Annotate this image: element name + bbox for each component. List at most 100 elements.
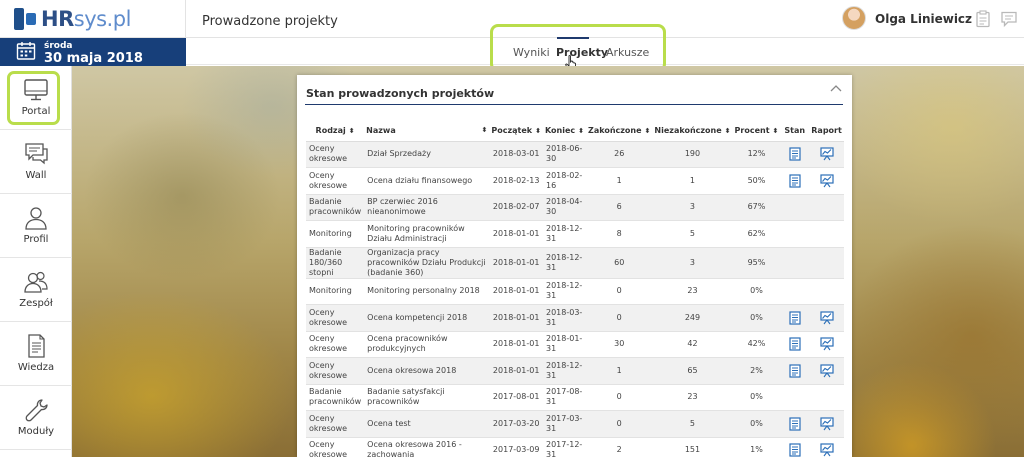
tab-projekty[interactable]: Projekty: [556, 46, 608, 59]
cell-undone: 1: [652, 167, 733, 195]
cell-undone: 5: [652, 220, 733, 248]
cell-stan: [780, 410, 810, 438]
cell-start: 2018-01-01: [489, 220, 543, 248]
message-icon[interactable]: [1000, 10, 1018, 28]
sidebar-item-label: Zespół: [19, 298, 53, 309]
avatar[interactable]: [842, 6, 866, 30]
cell-name[interactable]: BP czerwiec 2016 nieanonimowe: [364, 194, 490, 221]
sort-icon[interactable]: ⬍: [349, 127, 355, 135]
cell-stan: [780, 357, 810, 385]
cell-end: 2018-01-31: [542, 331, 587, 358]
header-rodzaj[interactable]: Rodzaj ⬍: [306, 121, 365, 142]
cell-name[interactable]: Organizacja pracy pracowników Działu Pro…: [364, 247, 490, 279]
cell-percent: 0%: [732, 410, 781, 438]
cell-undone: 249: [652, 304, 733, 332]
sidebar-item-portal[interactable]: Portal: [0, 66, 72, 130]
cell-raport: [809, 247, 844, 279]
sort-icon[interactable]: ⬍: [773, 127, 779, 135]
table-row[interactable]: Oceny okresowe Ocena pracowników produkcy…: [306, 331, 844, 358]
cell-done: 1: [586, 167, 653, 195]
sidebar-item-wiedza[interactable]: Wiedza: [0, 322, 72, 386]
sort-icon[interactable]: ⬍: [645, 127, 651, 135]
projects-card: Stan prowadzonych projektów Rodzaj ⬍ Nazw…: [297, 75, 852, 457]
sidebar-item-wall[interactable]: Wall: [0, 130, 72, 194]
cell-name[interactable]: Monitoring personalny 2018: [364, 278, 490, 305]
report-chart-icon[interactable]: [819, 364, 834, 378]
cell-name[interactable]: Ocena okresowa 2018: [364, 357, 490, 385]
cell-start: 2017-08-01: [489, 384, 543, 411]
table-row[interactable]: Badanie 180/360 stopni Organizacja pracy …: [306, 247, 844, 279]
cell-percent: 2%: [732, 357, 781, 385]
cell-stan: [780, 384, 810, 411]
user-icon: [25, 207, 47, 230]
wrench-icon: [25, 399, 48, 422]
tab-arkusze[interactable]: Arkusze: [606, 46, 649, 59]
team-icon: [24, 271, 48, 293]
table-row[interactable]: Oceny okresowe Ocena okresowa 2016 - zach…: [306, 437, 844, 457]
report-chart-icon[interactable]: [819, 174, 834, 188]
cell-percent: 62%: [732, 220, 781, 248]
sort-icon[interactable]: ⬍: [482, 126, 488, 134]
cell-raport: [809, 141, 844, 168]
sort-icon[interactable]: ⬍: [535, 127, 541, 135]
sort-icon[interactable]: ⬍: [578, 127, 584, 135]
table-row[interactable]: Badanie pracowników BP czerwiec 2016 niea…: [306, 194, 844, 221]
header-zakonczone[interactable]: Zakończone ⬍: [586, 121, 653, 142]
table-row[interactable]: Oceny okresowe Ocena okresowa 2018 2018-01…: [306, 357, 844, 385]
header-nazwa[interactable]: Nazwa ⬍: [364, 121, 490, 142]
cell-start: 2018-03-01: [489, 141, 543, 168]
status-document-icon[interactable]: [788, 364, 802, 378]
sidebar-item-profil[interactable]: Profil: [0, 194, 72, 258]
cell-type: Oceny okresowe: [306, 331, 365, 358]
cell-name[interactable]: Ocena test: [364, 410, 490, 438]
cell-name[interactable]: Ocena działu finansowego: [364, 167, 490, 195]
cell-start: 2017-03-09: [489, 437, 543, 457]
cell-name[interactable]: Ocena okresowa 2016 - zachowania: [364, 437, 490, 457]
header-procent[interactable]: Procent ⬍: [732, 121, 781, 142]
sidebar-item-zespol[interactable]: Zespół: [0, 258, 72, 322]
status-document-icon[interactable]: [788, 417, 802, 431]
tab-wyniki[interactable]: Wyniki: [513, 46, 550, 59]
sidebar-item-label: Wiedza: [17, 362, 55, 373]
logo[interactable]: HRsys.pl: [14, 7, 131, 31]
status-document-icon[interactable]: [788, 174, 802, 188]
clipboard-icon[interactable]: [974, 10, 992, 28]
report-chart-icon[interactable]: [819, 417, 834, 431]
user-name[interactable]: Olga Liniewicz: [875, 12, 972, 26]
cell-percent: 42%: [732, 331, 781, 358]
report-chart-icon[interactable]: [819, 147, 834, 161]
header-koniec[interactable]: Koniec ⬍: [542, 121, 587, 142]
cell-percent: 0%: [732, 304, 781, 332]
cell-stan: [780, 278, 810, 305]
table-row[interactable]: Badanie pracowników Badanie satysfakcji p…: [306, 384, 844, 411]
cell-undone: 3: [652, 247, 733, 279]
report-chart-icon[interactable]: [819, 337, 834, 351]
table-row[interactable]: Monitoring Monitoring pracowników Działu …: [306, 220, 844, 248]
cell-name[interactable]: Dział Sprzedaży: [364, 141, 490, 168]
cell-name[interactable]: Monitoring pracowników Działu Administra…: [364, 220, 490, 248]
sort-icon[interactable]: ⬍: [725, 127, 731, 135]
cell-name[interactable]: Ocena kompetencji 2018: [364, 304, 490, 332]
table-row[interactable]: Oceny okresowe Ocena test 2017-03-20 2017-0…: [306, 410, 844, 438]
status-document-icon[interactable]: [788, 311, 802, 325]
cell-name[interactable]: Badanie satysfakcji pracowników: [364, 384, 490, 411]
table-row[interactable]: Oceny okresowe Ocena działu finansowego 20…: [306, 167, 844, 195]
report-chart-icon[interactable]: [819, 443, 834, 457]
table-row[interactable]: Monitoring Monitoring personalny 2018 2018…: [306, 278, 844, 305]
cell-done: 6: [586, 194, 653, 221]
cell-done: 8: [586, 220, 653, 248]
status-document-icon[interactable]: [788, 443, 802, 457]
cell-type: Badanie pracowników: [306, 194, 365, 221]
sidebar-item-moduly[interactable]: Moduły: [0, 386, 72, 450]
cell-start: 2018-01-01: [489, 331, 543, 358]
status-document-icon[interactable]: [788, 147, 802, 161]
chevron-up-icon[interactable]: [830, 84, 842, 92]
header-niezakonczone[interactable]: Niezakończone ⬍: [652, 121, 733, 142]
header-poczatek[interactable]: Początek ⬍: [489, 121, 543, 142]
cell-name[interactable]: Ocena pracowników produkcyjnych: [364, 331, 490, 358]
status-document-icon[interactable]: [788, 337, 802, 351]
table-row[interactable]: Oceny okresowe Dział Sprzedaży 2018-03-01 2…: [306, 141, 844, 168]
report-chart-icon[interactable]: [819, 311, 834, 325]
cell-type: Monitoring: [306, 220, 365, 248]
table-row[interactable]: Oceny okresowe Ocena kompetencji 2018 2018…: [306, 304, 844, 332]
